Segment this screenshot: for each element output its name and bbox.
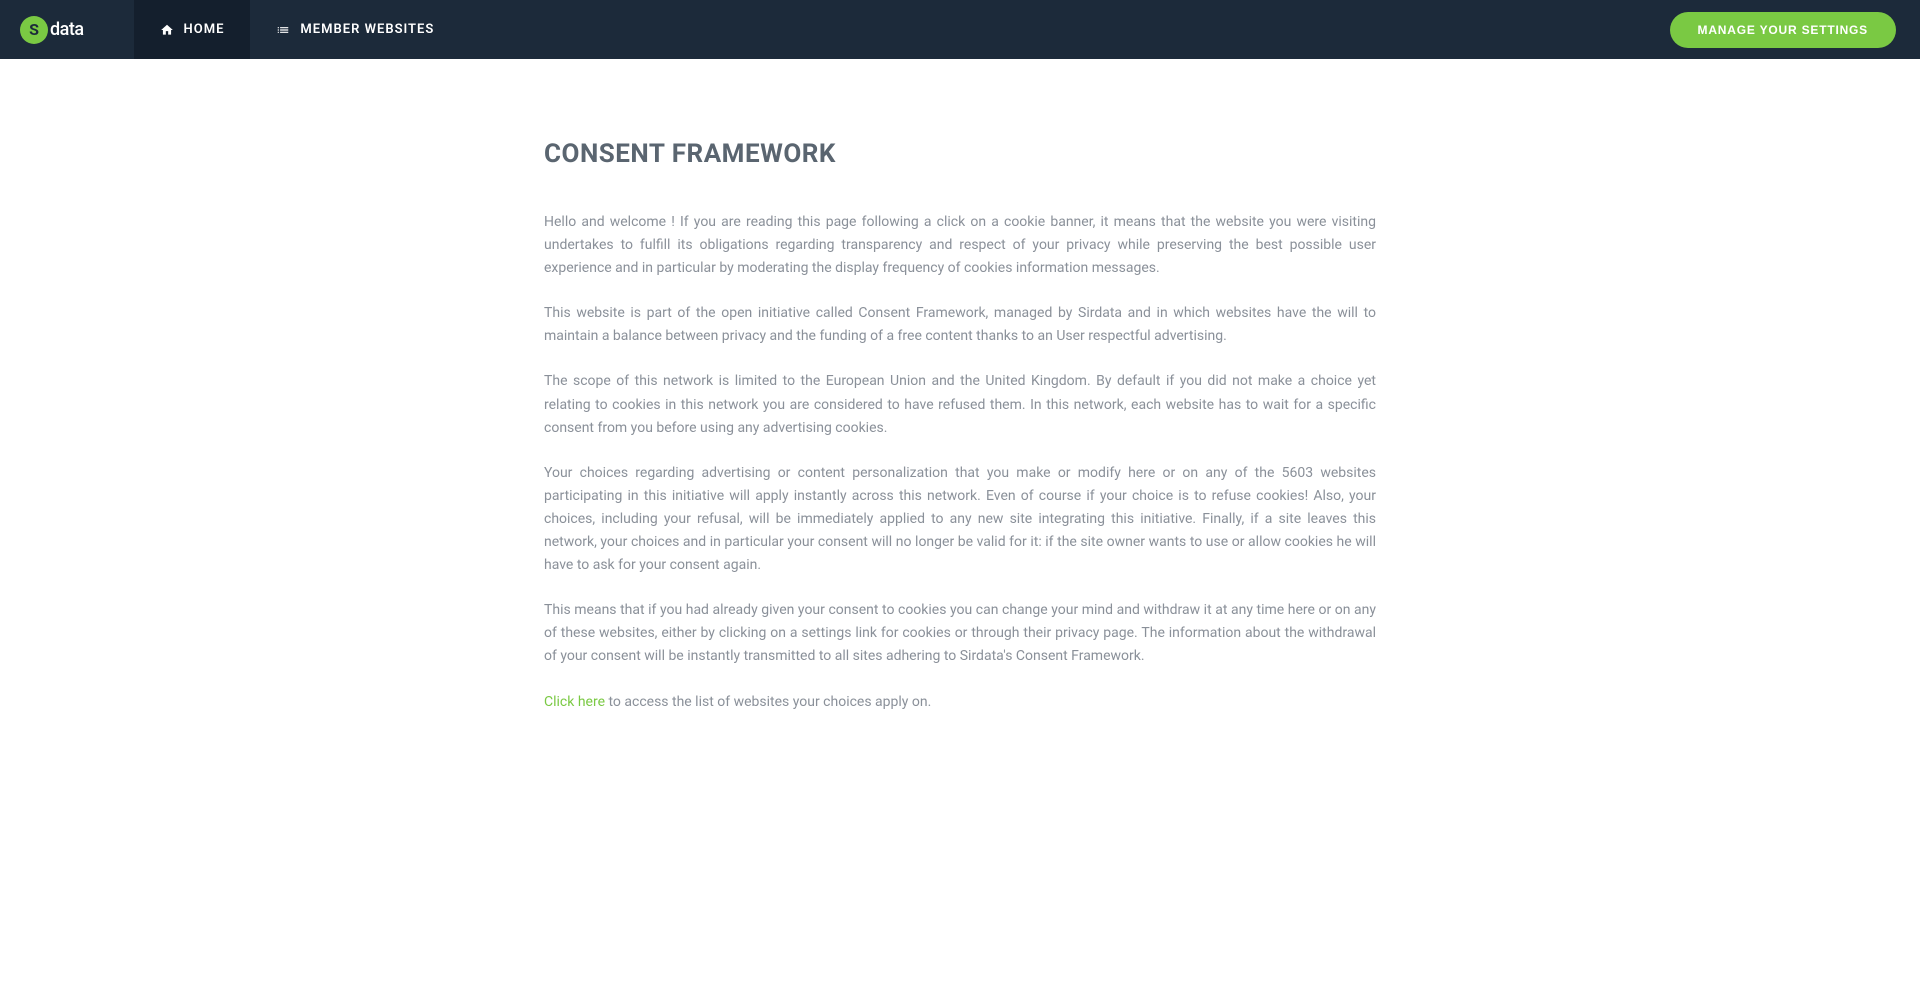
click-here-link[interactable]: Click here: [544, 694, 605, 710]
paragraph-intro: Hello and welcome ! If you are reading t…: [544, 211, 1376, 280]
paragraph-scope: The scope of this network is limited to …: [544, 370, 1376, 439]
content: CONSENT FRAMEWORK Hello and welcome ! If…: [544, 59, 1376, 754]
nav-home-label: HOME: [184, 22, 225, 37]
paragraph-link-rest: to access the list of websites your choi…: [605, 694, 931, 710]
nav: HOME MEMBER WEBSITES: [134, 0, 461, 59]
paragraph-initiative: This website is part of the open initiat…: [544, 302, 1376, 348]
header: S data HOME MEMBER WEBSITES MANAGE YOUR …: [0, 0, 1920, 59]
nav-member-websites-label: MEMBER WEBSITES: [300, 22, 434, 37]
list-icon: [276, 23, 290, 37]
manage-settings-button[interactable]: MANAGE YOUR SETTINGS: [1670, 12, 1896, 48]
paragraph-choices: Your choices regarding advertising or co…: [544, 462, 1376, 577]
page-title: CONSENT FRAMEWORK: [544, 139, 1376, 169]
logo-text: data: [50, 19, 84, 40]
logo-inner-letter: S: [29, 20, 39, 39]
logo[interactable]: S data: [0, 0, 104, 59]
nav-home[interactable]: HOME: [134, 0, 251, 59]
home-icon: [160, 23, 174, 37]
paragraph-withdraw: This means that if you had already given…: [544, 599, 1376, 668]
nav-member-websites[interactable]: MEMBER WEBSITES: [250, 0, 460, 59]
paragraph-link: Click here to access the list of website…: [544, 691, 1376, 714]
logo-icon: S: [20, 16, 48, 44]
